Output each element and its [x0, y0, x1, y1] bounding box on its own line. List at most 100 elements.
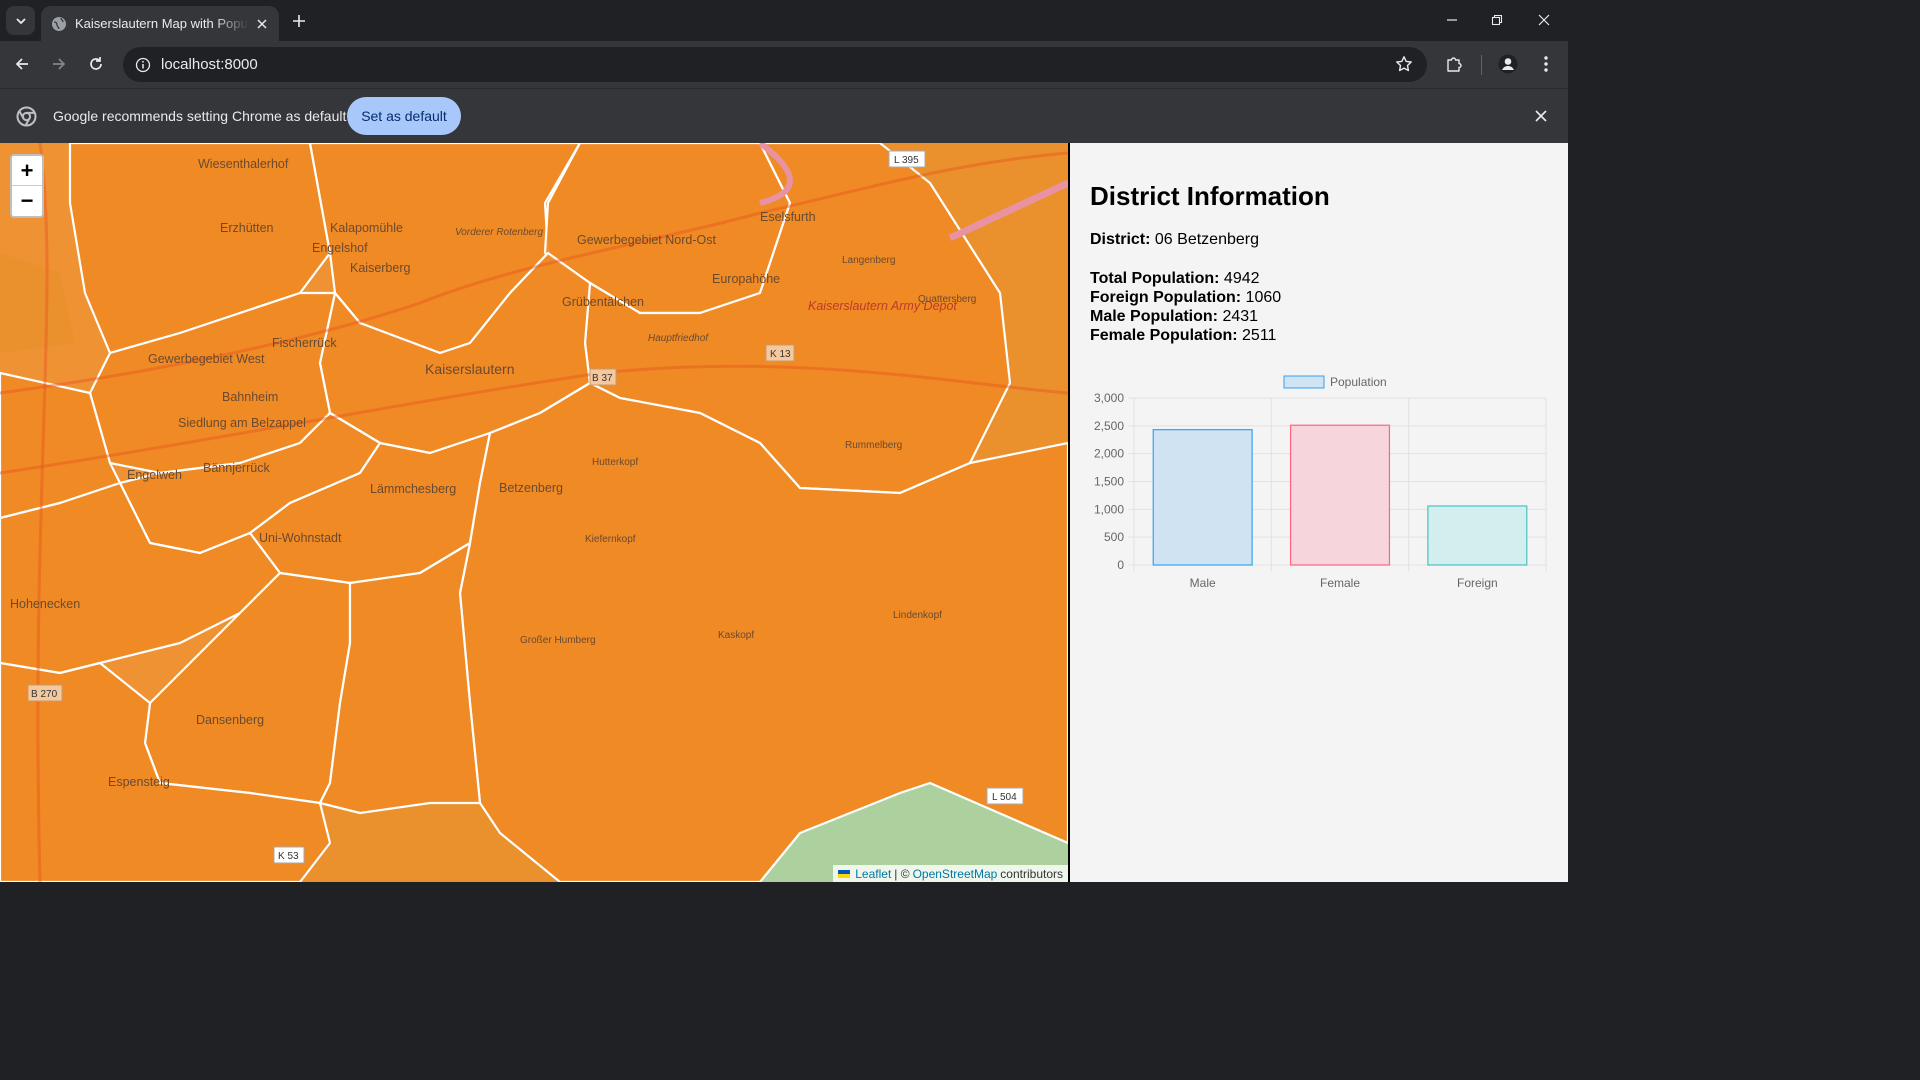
road-label-b270: B 270	[31, 689, 58, 700]
y-tick-label: 0	[1117, 558, 1124, 572]
reload-icon	[90, 57, 102, 70]
map-label-kaskopf: Kaskopf	[718, 630, 754, 641]
restore-button[interactable]	[1481, 6, 1513, 34]
x-tick-label: Foreign	[1457, 576, 1498, 590]
openstreetmap-link[interactable]: OpenStreetMap	[913, 867, 998, 881]
legend-label: Population	[1330, 375, 1387, 389]
map-label-dansenberg: Dansenberg	[196, 713, 264, 727]
site-info-icon[interactable]	[125, 57, 161, 73]
bar-female	[1289, 424, 1391, 566]
panel-heading: District Information	[1090, 181, 1330, 211]
map-label-vorderer-rotenberg: Vorderer Rotenberg	[455, 227, 543, 238]
map-label-lindenkopf: Lindenkopf	[893, 610, 942, 621]
map-label-kaiserslautern: Kaiserslautern	[425, 361, 515, 377]
y-tick-label: 2,000	[1094, 447, 1124, 461]
road-label-k53: K 53	[278, 851, 299, 862]
map-label-gewerbegebiet-nordost: Gewerbegebiet Nord-Ost	[577, 233, 716, 247]
map-label-bahnheim: Bahnheim	[222, 390, 278, 404]
map-label-fischerruck: Fischerrück	[272, 336, 337, 350]
attribution-contributors: contributors	[1000, 866, 1063, 881]
map-label-quattersberg: Quattersberg	[918, 294, 976, 305]
more-menu-icon[interactable]	[1533, 51, 1559, 77]
y-tick-label: 3,000	[1094, 391, 1124, 405]
chevron-down-icon	[15, 17, 26, 24]
arrow-left-icon	[15, 58, 28, 70]
tab-search-button[interactable]	[6, 6, 35, 35]
infobar-close-icon[interactable]	[1532, 107, 1550, 125]
close-icon	[1538, 14, 1550, 26]
map-attribution: Leaflet | © OpenStreetMap contributors	[833, 865, 1068, 882]
active-tab[interactable]: Kaiserslautern Map with Population	[41, 6, 279, 41]
y-tick-label: 2,500	[1094, 419, 1124, 433]
bar-male	[1152, 429, 1253, 566]
minimize-icon	[1447, 19, 1457, 21]
map-label-engelweh: Engelweh	[127, 468, 182, 482]
district-row: District: 06 Betzenberg	[1090, 231, 1259, 249]
male-population-value: 2431	[1222, 308, 1259, 325]
male-population-label: Male Population:	[1090, 308, 1218, 325]
new-tab-button[interactable]	[286, 8, 312, 34]
legend-swatch	[1283, 375, 1325, 389]
bar-foreign	[1427, 505, 1528, 566]
map-label-rummelberg: Rummelberg	[845, 440, 902, 451]
foreign-population-value: 1060	[1245, 289, 1282, 306]
map-label-bannjerruck: Bännjerrück	[203, 461, 270, 475]
reload-button[interactable]	[82, 50, 110, 78]
ukraine-flag-icon	[838, 869, 851, 878]
tab-title: Kaiserslautern Map with Population	[75, 16, 249, 31]
forward-button[interactable]	[45, 50, 73, 78]
address-bar[interactable]: localhost:8000	[123, 47, 1427, 82]
profile-icon[interactable]	[1495, 51, 1521, 77]
arrow-right-icon	[53, 58, 66, 70]
x-tick-label: Female	[1320, 576, 1360, 590]
district-value: 06 Betzenberg	[1154, 231, 1259, 248]
total-population-value: 4942	[1223, 270, 1260, 287]
leaflet-link[interactable]: Leaflet	[855, 867, 891, 881]
map-label-grosser-humberg: Großer Humberg	[520, 635, 596, 646]
map-label-gewerbegebiet-west: Gewerbegebiet West	[148, 352, 265, 366]
map-label-kiefernkopf: Kiefernkopf	[585, 534, 636, 545]
map-label-kalapomuhle: Kalapomühle	[330, 221, 403, 235]
female-population-row: Female Population: 2511	[1090, 327, 1276, 345]
close-window-button[interactable]	[1528, 6, 1560, 34]
female-population-label: Female Population:	[1090, 327, 1238, 344]
map-label-hauptfriedhof: Hauptfriedhof	[648, 333, 709, 344]
attribution-separator: | ©	[894, 866, 910, 881]
x-tick-label: Male	[1190, 576, 1216, 590]
extensions-icon[interactable]	[1441, 51, 1467, 77]
toolbar-divider	[1481, 55, 1482, 75]
zoom-in-button[interactable]: +	[12, 156, 42, 186]
foreign-population-label: Foreign Population:	[1090, 289, 1242, 306]
total-population-label: Total Population:	[1090, 270, 1220, 287]
zoom-out-button[interactable]: −	[12, 186, 42, 216]
male-population-row: Male Population: 2431	[1090, 308, 1258, 326]
page-content: Wiesenthalerhof Erzhütten Kalapomühle En…	[0, 143, 1568, 882]
map-label-eselsfurth: Eselsfurth	[760, 210, 816, 224]
close-tab-icon[interactable]	[253, 15, 271, 33]
map-label-hutterkopf: Hutterkopf	[592, 457, 638, 468]
y-tick-label: 500	[1104, 530, 1124, 544]
map-label-hohenecken: Hohenecken	[10, 597, 80, 611]
road-label-b37: B 37	[592, 373, 613, 384]
minimize-button[interactable]	[1436, 6, 1468, 34]
browser-toolbar: localhost:8000	[0, 41, 1568, 88]
map-label-grubentalchen: Grübentälchen	[562, 295, 644, 309]
map-label-betzenberg: Betzenberg	[499, 481, 563, 495]
map-label-lammchesberg: Lämmchesberg	[370, 482, 456, 496]
set-as-default-button[interactable]: Set as default	[347, 97, 461, 135]
leaflet-map[interactable]: Wiesenthalerhof Erzhütten Kalapomühle En…	[0, 143, 1068, 882]
map-label-wiesenthalerhof: Wiesenthalerhof	[198, 157, 289, 171]
bookmark-star-icon[interactable]	[1395, 55, 1413, 78]
foreign-population-row: Foreign Population: 1060	[1090, 289, 1281, 307]
map-label-kaiserberg: Kaiserberg	[350, 261, 410, 275]
map-label-langenberg: Langenberg	[842, 255, 895, 266]
population-bar-chart[interactable]: Population 0 500 1,000 1,500 2,000 2,500 3,000 M…	[1084, 368, 1554, 598]
back-button[interactable]	[8, 50, 36, 78]
default-browser-infobar: Google recommends setting Chrome as defa…	[0, 88, 1568, 143]
plus-icon	[293, 15, 305, 27]
map-label-espensteig: Espensteig	[108, 775, 170, 789]
total-population-row: Total Population: 4942	[1090, 270, 1260, 288]
map-label-uni-wohnstadt: Uni-Wohnstadt	[259, 531, 342, 545]
district-map-layer[interactable]: Wiesenthalerhof Erzhütten Kalapomühle En…	[0, 143, 1068, 882]
url-text: localhost:8000	[161, 56, 258, 73]
